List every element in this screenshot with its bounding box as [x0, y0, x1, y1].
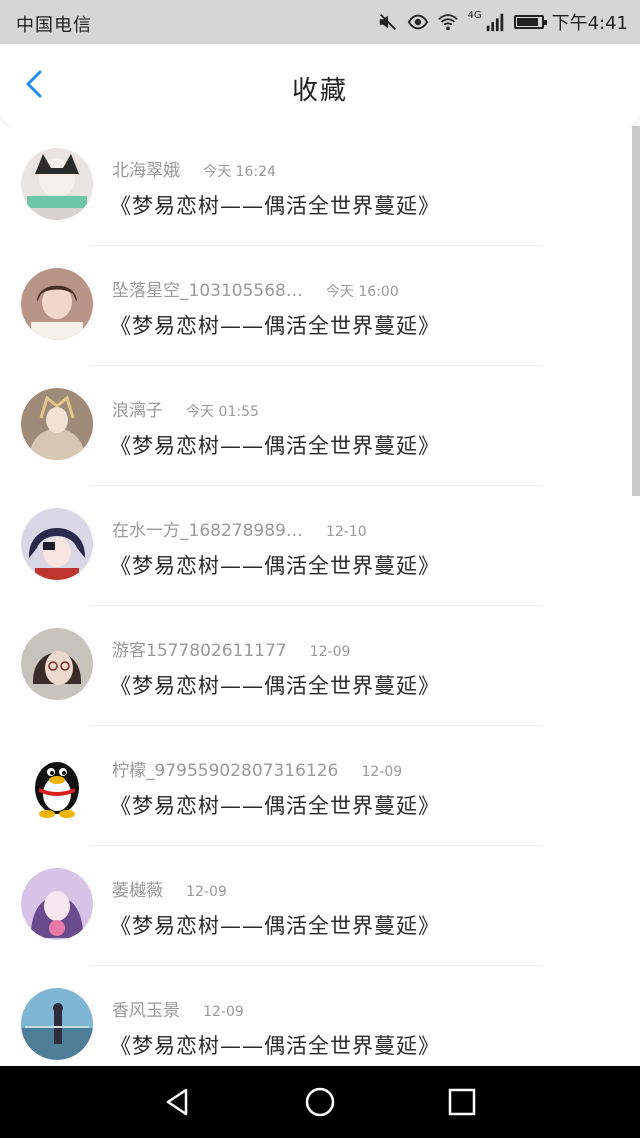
timestamp: 今天 16:00: [325, 284, 399, 300]
avatar[interactable]: [21, 988, 93, 1060]
list-item[interactable]: 香风玉景 12-09 《梦易恋树——偶活全世界蔓延》: [0, 966, 632, 1066]
timestamp: 12-09: [361, 764, 403, 780]
post-title[interactable]: 《梦易恋树——偶活全世界蔓延》: [110, 310, 440, 340]
avatar[interactable]: [21, 868, 93, 940]
battery-icon: [513, 15, 547, 29]
user-name[interactable]: 北海翠娥: [112, 161, 180, 181]
post-title[interactable]: 《梦易恋树——偶活全世界蔓延》: [110, 190, 440, 220]
post-title[interactable]: 《梦易恋树——偶活全世界蔓延》: [110, 910, 440, 940]
post-title[interactable]: 《梦易恋树——偶活全世界蔓延》: [110, 1030, 440, 1060]
timestamp: 今天 01:55: [186, 404, 259, 420]
avatar[interactable]: [21, 628, 93, 700]
post-title[interactable]: 《梦易恋树——偶活全世界蔓延》: [110, 790, 440, 820]
status-icons: 4G 下午4:41: [377, 10, 628, 34]
title-bar: 收藏: [0, 44, 640, 126]
scrollbar[interactable]: [632, 126, 640, 496]
clock: 下午4:41: [551, 13, 628, 34]
timestamp: 12-09: [309, 644, 351, 660]
avatar[interactable]: [21, 748, 93, 820]
user-name[interactable]: 萎樾薇: [112, 881, 163, 901]
system-nav-bar: [0, 1066, 640, 1138]
post-title[interactable]: 《梦易恋树——偶活全世界蔓延》: [110, 670, 440, 700]
eye-icon: [408, 14, 429, 30]
carrier-label: 中国电信: [16, 15, 92, 36]
list-item[interactable]: 北海翠娥 今天 16:24 《梦易恋树——偶活全世界蔓延》: [0, 126, 632, 246]
list-item[interactable]: 游客1577802611177 12-09 《梦易恋树——偶活全世界蔓延》: [0, 606, 632, 726]
timestamp: 12-09: [203, 1004, 244, 1020]
user-name[interactable]: 坠落星空_103105568…: [112, 281, 303, 301]
circle-home-icon[interactable]: [302, 1084, 338, 1120]
avatar[interactable]: [21, 148, 93, 220]
timestamp: 12-09: [186, 884, 227, 900]
list-item[interactable]: 坠落星空_103105568… 今天 16:00 《梦易恋树——偶活全世界蔓延》: [0, 246, 632, 366]
avatar[interactable]: [21, 508, 93, 580]
user-name[interactable]: 柠檬_97955902807316126: [112, 761, 338, 781]
timestamp: 12-10: [325, 524, 367, 540]
wifi-icon: [438, 14, 459, 31]
user-name[interactable]: 浪漓子: [112, 401, 163, 421]
triangle-back-icon[interactable]: [160, 1084, 196, 1120]
favorites-list[interactable]: 北海翠娥 今天 16:24 《梦易恋树——偶活全世界蔓延》 坠落星空_10310…: [0, 126, 640, 1066]
post-title[interactable]: 《梦易恋树——偶活全世界蔓延》: [110, 430, 440, 460]
network-type: 4G: [467, 9, 482, 21]
user-name[interactable]: 在水一方_168278989…: [112, 521, 303, 541]
post-title[interactable]: 《梦易恋树——偶活全世界蔓延》: [110, 550, 440, 580]
timestamp: 今天 16:24: [203, 164, 276, 180]
signal-icon: [486, 13, 503, 32]
list-item[interactable]: 浪漓子 今天 01:55 《梦易恋树——偶活全世界蔓延》: [0, 366, 632, 486]
avatar[interactable]: [21, 388, 93, 460]
page-title: 收藏: [291, 76, 348, 106]
square-recents-icon[interactable]: [444, 1084, 480, 1120]
list-item[interactable]: 柠檬_97955902807316126 12-09 《梦易恋树——偶活全世界蔓…: [0, 726, 632, 846]
mute-icon: [380, 14, 397, 30]
list-item[interactable]: 在水一方_168278989… 12-10 《梦易恋树——偶活全世界蔓延》: [0, 486, 632, 606]
user-name[interactable]: 游客1577802611177: [112, 641, 287, 661]
status-bar: 中国电信 4G 下午4:41: [0, 0, 640, 44]
list-item[interactable]: 萎樾薇 12-09 《梦易恋树——偶活全世界蔓延》: [0, 846, 632, 966]
avatar[interactable]: [21, 268, 93, 340]
user-name[interactable]: 香风玉景: [112, 1001, 180, 1021]
